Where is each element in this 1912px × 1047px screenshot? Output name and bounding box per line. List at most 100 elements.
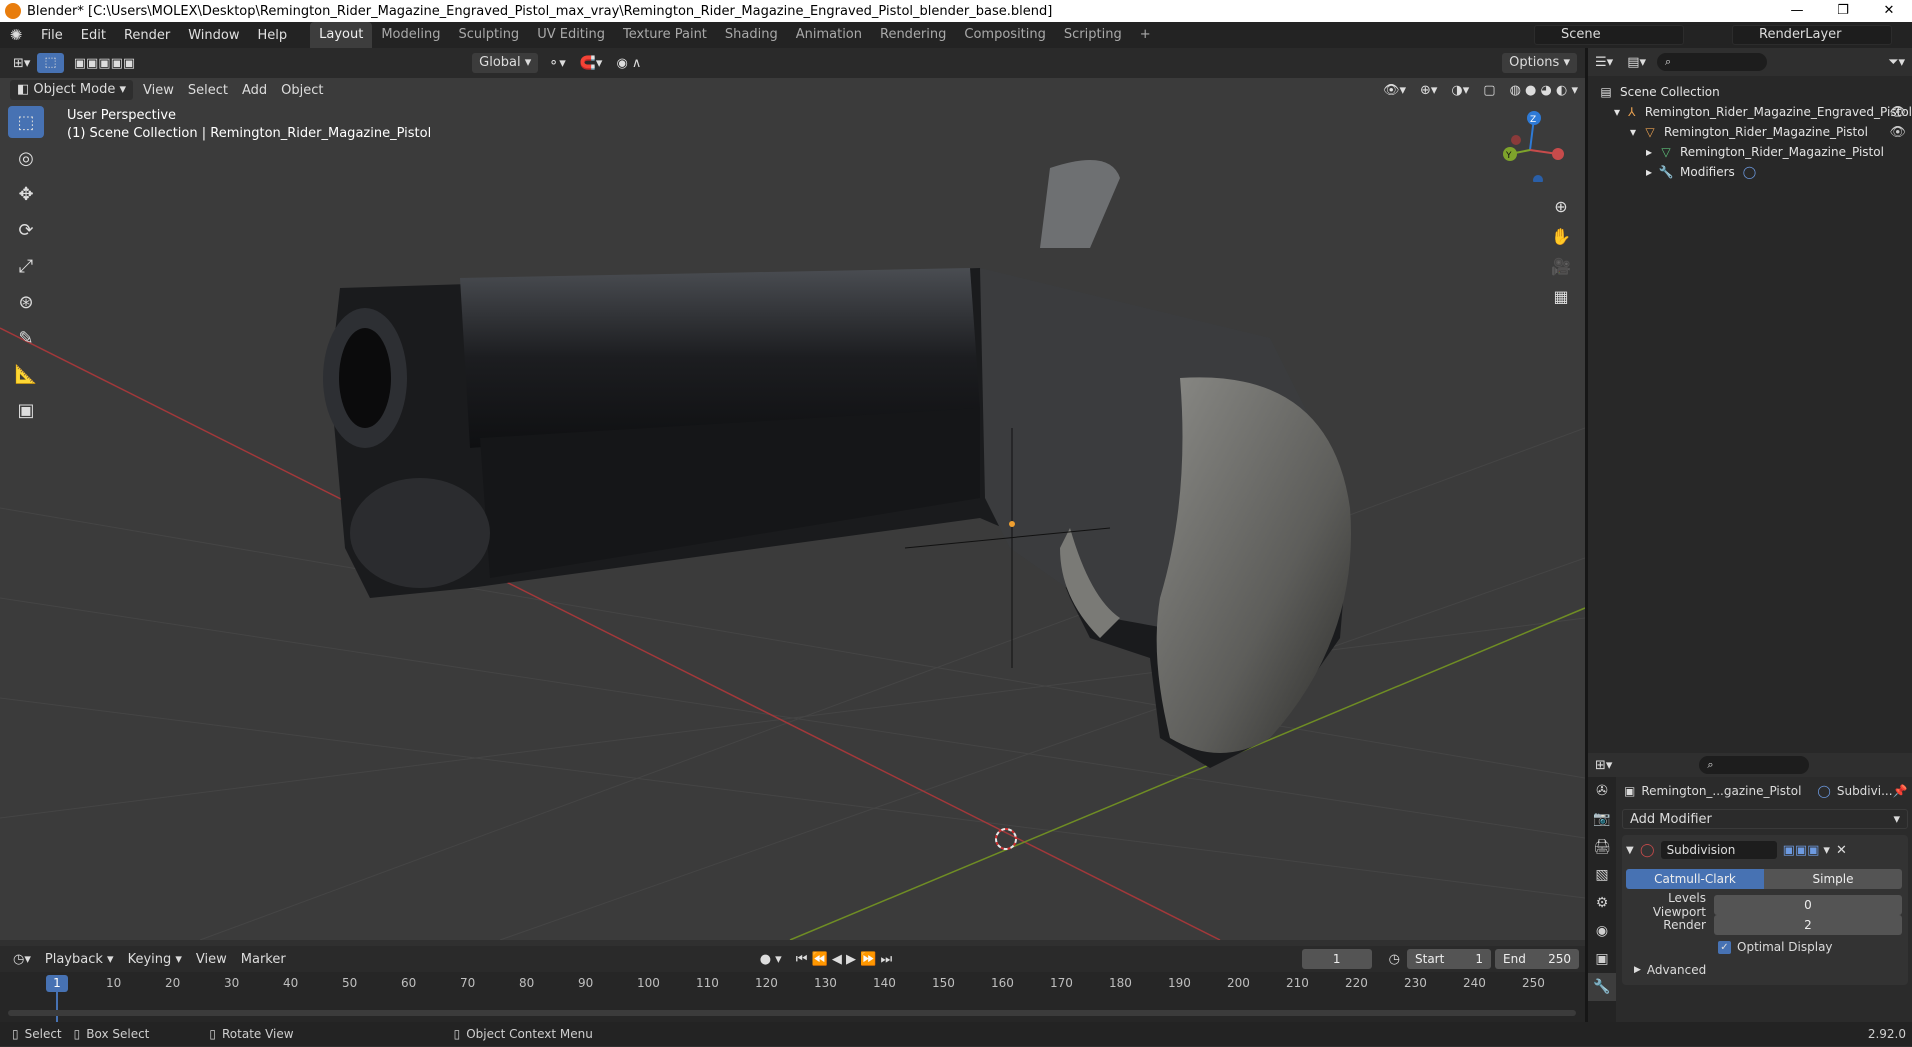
- output-tab-icon[interactable]: 🖨: [1588, 833, 1616, 861]
- menu-help[interactable]: Help: [249, 28, 297, 43]
- collapse-arrow-icon[interactable]: ▼: [1626, 845, 1640, 856]
- transform-tool-icon[interactable]: ⊛: [8, 286, 44, 318]
- playback-controls[interactable]: ⏮ ⏪ ◀ ▶ ⏩ ⏭: [789, 952, 899, 967]
- menu-view[interactable]: View: [136, 83, 181, 98]
- expand-arrow-icon[interactable]: ▾: [1630, 125, 1642, 139]
- minimize-button[interactable]: —: [1774, 0, 1820, 22]
- navigation-gizmo[interactable]: Z Y: [1494, 110, 1566, 182]
- object-tab-icon[interactable]: ▣: [1588, 945, 1616, 973]
- menu-file[interactable]: File: [32, 28, 72, 43]
- preview-range-icon[interactable]: ◷: [1382, 952, 1407, 967]
- editor-type-icon[interactable]: ⊞▾: [6, 56, 37, 71]
- timeline[interactable]: 10 20 30 40 50 60 70 80 90 100 110 120 130 140 150 160 1…: [0, 972, 1585, 1022]
- outliner-item-modifiers[interactable]: ▸ 🔧 Modifiers ◯: [1588, 162, 1912, 182]
- 3d-viewport[interactable]: User Perspective (1) Scene Collection | …: [0, 78, 1585, 940]
- timeline-editor-type-icon[interactable]: ◷▾: [6, 952, 38, 967]
- grid-projection-icon[interactable]: ▦: [1547, 282, 1575, 310]
- auto-keying-icon[interactable]: ● ▾: [753, 952, 789, 967]
- timeline-scrollbar[interactable]: [8, 1010, 1576, 1016]
- blender-menu-icon[interactable]: ✺: [8, 27, 24, 43]
- snap-icon[interactable]: 🧲▾: [573, 56, 610, 71]
- visibility-eye-icon[interactable]: 👁: [1889, 125, 1906, 140]
- add-modifier-dropdown[interactable]: Add Modifier ▾: [1622, 809, 1908, 829]
- cursor-tool-icon[interactable]: ◎: [8, 142, 44, 174]
- outliner-item-object[interactable]: ▾ ▽ Remington_Rider_Magazine_Pistol 👁: [1588, 122, 1912, 142]
- pin-icon[interactable]: 📌: [1893, 784, 1908, 798]
- playhead-marker[interactable]: 1: [46, 975, 68, 992]
- expand-arrow-icon[interactable]: ▸: [1646, 165, 1658, 179]
- menu-object[interactable]: Object: [274, 83, 330, 98]
- levels-viewport-field[interactable]: 0: [1714, 895, 1902, 915]
- menu-edit[interactable]: Edit: [72, 28, 115, 43]
- area-divider[interactable]: [1585, 48, 1588, 1022]
- rotate-tool-icon[interactable]: ⟳: [8, 214, 44, 246]
- simple-button[interactable]: Simple: [1764, 869, 1902, 889]
- transform-orientation-dropdown[interactable]: Global ▾: [472, 53, 539, 73]
- properties-search-input[interactable]: ⌕: [1699, 756, 1810, 774]
- menu-render[interactable]: Render: [115, 28, 179, 43]
- scene-tab-icon[interactable]: ⚙: [1588, 889, 1616, 917]
- scene-selector[interactable]: Scene: [1534, 25, 1684, 45]
- expand-arrow-icon[interactable]: ▾: [1614, 105, 1625, 119]
- properties-editor-type-icon[interactable]: ⊞▾: [1588, 758, 1619, 773]
- tab-sculpting[interactable]: Sculpting: [449, 22, 528, 48]
- xray-icon[interactable]: ▢: [1476, 83, 1502, 98]
- measure-tool-icon[interactable]: 📐: [8, 358, 44, 390]
- select-mode-icon[interactable]: ⬚: [37, 53, 64, 73]
- remove-modifier-icon[interactable]: ✕: [1836, 843, 1847, 858]
- close-button[interactable]: ✕: [1866, 0, 1912, 22]
- modifier-tab-icon[interactable]: 🔧: [1588, 973, 1616, 1001]
- marker-menu[interactable]: Marker: [234, 952, 293, 967]
- timeline-view-menu[interactable]: View: [189, 952, 234, 967]
- render-levels-field[interactable]: 2: [1714, 915, 1902, 935]
- advanced-subpanel[interactable]: ▶ Advanced: [1634, 959, 1908, 981]
- modifier-visibility-icons[interactable]: ▣▣▣: [1783, 843, 1820, 858]
- outliner-item-mesh[interactable]: ▸ ▽ Remington_Rider_Magazine_Pistol: [1588, 142, 1912, 162]
- annotate-tool-icon[interactable]: ✎: [8, 322, 44, 354]
- menu-select[interactable]: Select: [181, 83, 235, 98]
- selection-mode-icons[interactable]: ▣▣▣▣▣: [67, 56, 142, 71]
- add-workspace-button[interactable]: +: [1131, 22, 1160, 48]
- select-box-tool-icon[interactable]: ⬚: [8, 106, 44, 138]
- world-tab-icon[interactable]: ◉: [1588, 917, 1616, 945]
- tab-uv-editing[interactable]: UV Editing: [528, 22, 614, 48]
- move-tool-icon[interactable]: ✥: [8, 178, 44, 210]
- pivot-icon[interactable]: ⚬▾: [541, 56, 572, 71]
- visibility-eye-icon[interactable]: 👁: [1889, 105, 1906, 120]
- zoom-icon[interactable]: ⊕: [1547, 192, 1575, 220]
- camera-icon[interactable]: 🎥: [1547, 252, 1575, 280]
- expand-arrow-icon[interactable]: ▸: [1646, 145, 1658, 159]
- current-frame-field[interactable]: 1: [1301, 949, 1372, 969]
- menu-add[interactable]: Add: [235, 83, 274, 98]
- outliner-search-input[interactable]: ⌕: [1657, 53, 1767, 71]
- tab-scripting[interactable]: Scripting: [1055, 22, 1131, 48]
- keying-menu[interactable]: Keying ▾: [121, 952, 189, 967]
- add-cube-tool-icon[interactable]: ▣: [8, 394, 44, 426]
- shading-modes-icon[interactable]: ◍ ● ◕ ◐ ▾: [1503, 83, 1585, 98]
- modifier-name-field[interactable]: Subdivision: [1660, 841, 1777, 859]
- outliner-item-collection[interactable]: ▾ ⅄ Remington_Rider_Magazine_Engraved_Pi…: [1588, 102, 1912, 122]
- end-frame-field[interactable]: End 250: [1495, 949, 1579, 969]
- catmull-clark-button[interactable]: Catmull-Clark: [1626, 869, 1764, 889]
- outliner-item-scene-collection[interactable]: ▤ Scene Collection: [1588, 82, 1912, 102]
- view-layer-tab-icon[interactable]: ▧: [1588, 861, 1616, 889]
- tab-compositing[interactable]: Compositing: [955, 22, 1055, 48]
- options-dropdown[interactable]: Options ▾: [1502, 53, 1577, 73]
- visibility-icon[interactable]: 👁▾: [1376, 83, 1413, 98]
- playback-menu[interactable]: Playback ▾: [38, 952, 121, 967]
- outliner-display-mode-icon[interactable]: ▤▾: [1620, 55, 1653, 70]
- tab-animation[interactable]: Animation: [787, 22, 871, 48]
- tab-shading[interactable]: Shading: [716, 22, 787, 48]
- mode-dropdown[interactable]: ◧ Object Mode ▾: [10, 80, 133, 100]
- modifier-options-icon[interactable]: ▾: [1823, 843, 1830, 858]
- gizmo-toggle-icon[interactable]: ⊕▾: [1413, 83, 1444, 98]
- start-frame-field[interactable]: Start 1: [1407, 949, 1491, 969]
- tool-tab-icon[interactable]: ✇: [1588, 777, 1616, 805]
- tab-rendering[interactable]: Rendering: [871, 22, 955, 48]
- tab-layout[interactable]: Layout: [310, 22, 373, 48]
- pan-hand-icon[interactable]: ✋: [1547, 222, 1575, 250]
- maximize-button[interactable]: ❐: [1820, 0, 1866, 22]
- optimal-display-checkbox[interactable]: ✓: [1718, 940, 1731, 954]
- proportional-edit-icon[interactable]: ◉ ∧: [609, 56, 648, 71]
- tab-modeling[interactable]: Modeling: [372, 22, 449, 48]
